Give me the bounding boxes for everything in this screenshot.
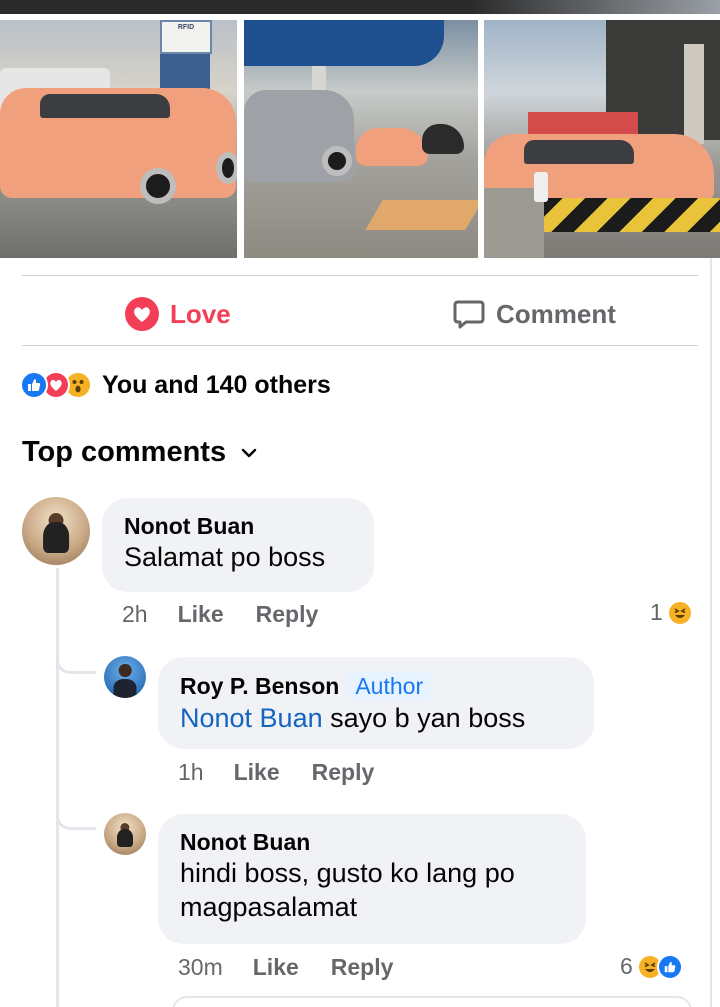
comment-label: Comment [496,298,616,329]
rfid-sign: RFID [160,20,212,54]
reaction-summary[interactable]: You and 140 others [20,367,331,403]
page-edge [710,258,712,1007]
comment-bubble-icon [452,297,486,331]
reply-connector [56,812,96,830]
like-icon [656,953,683,980]
car-window [524,140,634,164]
hazard-barrier [540,198,720,232]
comment-meta: 2h Like Reply [122,601,350,628]
like-link[interactable]: Like [253,954,299,981]
reply-input-box[interactable] [172,996,692,1007]
car-window [40,94,170,118]
avatar-figure [117,828,133,848]
reaction-summary-text: You and 140 others [102,370,331,399]
avatar-head [118,663,132,677]
toll-canopy [244,20,444,66]
comment-time: 2h [122,601,148,627]
top-image-strip [0,0,720,14]
comment-text-line-2: magpasalamat [180,892,358,922]
comment-time: 1h [178,759,204,785]
love-button[interactable]: Love [124,294,231,334]
post-cylinder [534,172,548,202]
reply-link[interactable]: Reply [256,601,319,628]
avatar-figure [113,679,137,698]
chevron-down-icon [240,447,258,459]
comment-meta: 30m Like Reply [178,954,425,981]
car-window [244,90,324,120]
avatar-roy-benson[interactable] [104,656,146,698]
car-wheel [322,146,352,176]
comment-author[interactable]: Roy P. Benson [180,672,339,700]
car-wheel [140,168,176,204]
top-image-fade [470,0,720,14]
comment-time: 30m [178,954,223,980]
comment-button[interactable]: Comment [452,294,616,334]
post-photo-1[interactable]: RFID [0,20,237,258]
like-link[interactable]: Like [178,601,224,628]
author-badge: Author [347,671,432,701]
comment-text-row: Nonot Buan sayo b yan boss [180,701,574,735]
like-icon [20,371,48,399]
top-comments-label: Top comments [22,436,227,468]
reaction-count: 6 [620,953,633,979]
love-label: Love [170,298,231,329]
heart-icon [124,296,160,332]
avatar-figure [43,522,69,553]
road-marking [365,200,478,230]
comment-bubble: Roy P. Benson Author Nonot Buan sayo b y… [158,657,594,749]
comment-text: Salamat po boss [124,542,326,572]
car-wheel [216,152,237,184]
top-comments-filter[interactable]: Top comments [22,436,258,469]
comment-author-row: Roy P. Benson Author [180,671,574,701]
orange-car [356,128,428,166]
rfid-sign-text: RFID [177,24,195,31]
divider-top [22,275,698,276]
comment-bubble: Nonot Buan Salamat po boss [102,498,374,592]
reply-link[interactable]: Reply [312,759,375,786]
reply-link[interactable]: Reply [331,954,394,981]
divider-bottom [22,345,698,346]
comment-reaction-count[interactable]: 6 [620,953,683,980]
reply-thread-line [56,568,59,1007]
dark-car [422,124,464,154]
comment-text: sayo b yan boss [322,703,526,733]
haha-icon [666,599,693,626]
post-photo-3[interactable] [484,20,720,258]
comment-bubble: Nonot Buan hindi boss, gusto ko lang po … [158,814,586,944]
like-link[interactable]: Like [234,759,280,786]
avatar-nonot-buan[interactable] [22,497,90,565]
comment-author[interactable]: Nonot Buan [124,512,354,540]
post-photo-2[interactable] [244,20,478,258]
comment-meta: 1h Like Reply [178,759,406,786]
comment-text-line-1: hindi boss, gusto ko lang po [180,858,515,888]
orange-car [0,88,236,198]
comment-author[interactable]: Nonot Buan [180,828,566,856]
avatar-nonot-buan[interactable] [104,813,146,855]
mention-link[interactable]: Nonot Buan [180,703,323,733]
overpass-pillar [684,44,704,144]
reply-connector [56,656,96,674]
comment-reaction-count[interactable]: 1 [650,599,693,626]
truck [528,112,638,136]
reaction-count: 1 [650,599,663,625]
